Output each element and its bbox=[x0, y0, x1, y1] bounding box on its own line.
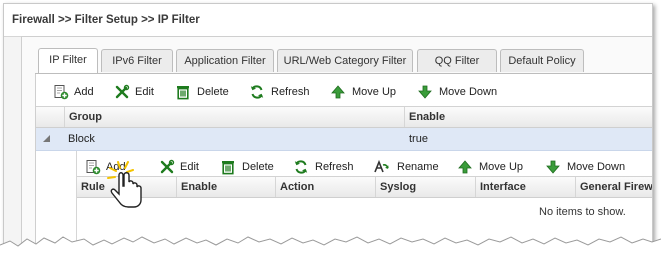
breadcrumb: Firewall >> Filter Setup >> IP Filter bbox=[4, 4, 652, 37]
move-up-rule-button[interactable]: Move Up bbox=[457, 159, 527, 175]
column-header-syslog[interactable]: Syslog bbox=[375, 177, 476, 197]
column-header-rule-enable[interactable]: Enable bbox=[176, 177, 276, 197]
trash-icon bbox=[177, 86, 189, 100]
delete-rule-button[interactable]: Delete bbox=[220, 159, 280, 175]
arrow-up-icon bbox=[331, 85, 345, 99]
rule-table-header: Rule Enable Action Syslog Interface Gene… bbox=[77, 176, 652, 198]
refresh-rule-button[interactable]: Refresh bbox=[293, 159, 359, 175]
arrow-down-icon bbox=[546, 160, 560, 174]
trash-icon bbox=[222, 161, 234, 175]
refresh-group-button[interactable]: Refresh bbox=[249, 84, 315, 100]
edit-rule-button[interactable]: Edit bbox=[159, 159, 203, 175]
triangle-expanded-icon bbox=[43, 135, 50, 142]
refresh-icon bbox=[250, 85, 264, 99]
edit-group-button[interactable]: Edit bbox=[114, 84, 158, 100]
column-header-action[interactable]: Action bbox=[275, 177, 376, 197]
expand-toggle[interactable] bbox=[42, 128, 54, 150]
torn-edge bbox=[0, 236, 661, 260]
tools-icon bbox=[115, 84, 130, 99]
tab-qq-filter[interactable]: QQ Filter bbox=[417, 49, 497, 72]
column-header-group[interactable]: Group bbox=[64, 107, 405, 127]
rename-rule-button[interactable]: Rename bbox=[373, 159, 443, 175]
add-icon bbox=[86, 160, 101, 175]
column-header-general-firewall[interactable]: General Firewall... bbox=[575, 177, 652, 197]
tab-default-policy[interactable]: Default Policy bbox=[500, 49, 584, 72]
add-icon bbox=[54, 85, 69, 100]
arrow-up-icon bbox=[458, 160, 472, 174]
refresh-icon bbox=[294, 160, 308, 174]
filter-panel: IP Filter IPv6 Filter Application Filter… bbox=[21, 36, 652, 254]
column-header-interface[interactable]: Interface bbox=[475, 177, 576, 197]
tab-application-filter[interactable]: Application Filter bbox=[176, 49, 274, 72]
tab-url-web-category-filter[interactable]: URL/Web Category Filter bbox=[277, 49, 413, 72]
arrow-down-icon bbox=[418, 85, 432, 99]
group-enable-cell: true bbox=[409, 133, 428, 145]
tools-icon bbox=[160, 159, 175, 174]
group-name-cell: Block bbox=[68, 133, 95, 145]
move-down-rule-button[interactable]: Move Down bbox=[545, 159, 629, 175]
move-down-group-button[interactable]: Move Down bbox=[417, 84, 501, 100]
column-header-enable[interactable]: Enable bbox=[404, 107, 652, 127]
table-row[interactable]: Block true bbox=[36, 128, 652, 151]
tab-ipv6-filter[interactable]: IPv6 Filter bbox=[101, 49, 173, 72]
empty-message: No items to show. bbox=[539, 206, 626, 218]
add-group-button[interactable]: Add bbox=[53, 84, 97, 100]
delete-group-button[interactable]: Delete bbox=[175, 84, 235, 100]
ip-filter-window: Firewall >> Filter Setup >> IP Filter IP… bbox=[3, 3, 653, 255]
rename-icon bbox=[374, 159, 389, 173]
move-up-group-button[interactable]: Move Up bbox=[330, 84, 400, 100]
tab-ip-filter[interactable]: IP Filter bbox=[38, 48, 98, 73]
group-table-header: Group Enable bbox=[36, 106, 652, 128]
group-toolbar: Add Edit Delete Refresh Move Up Move Dow… bbox=[36, 79, 652, 105]
hand-cursor-icon bbox=[107, 161, 142, 208]
